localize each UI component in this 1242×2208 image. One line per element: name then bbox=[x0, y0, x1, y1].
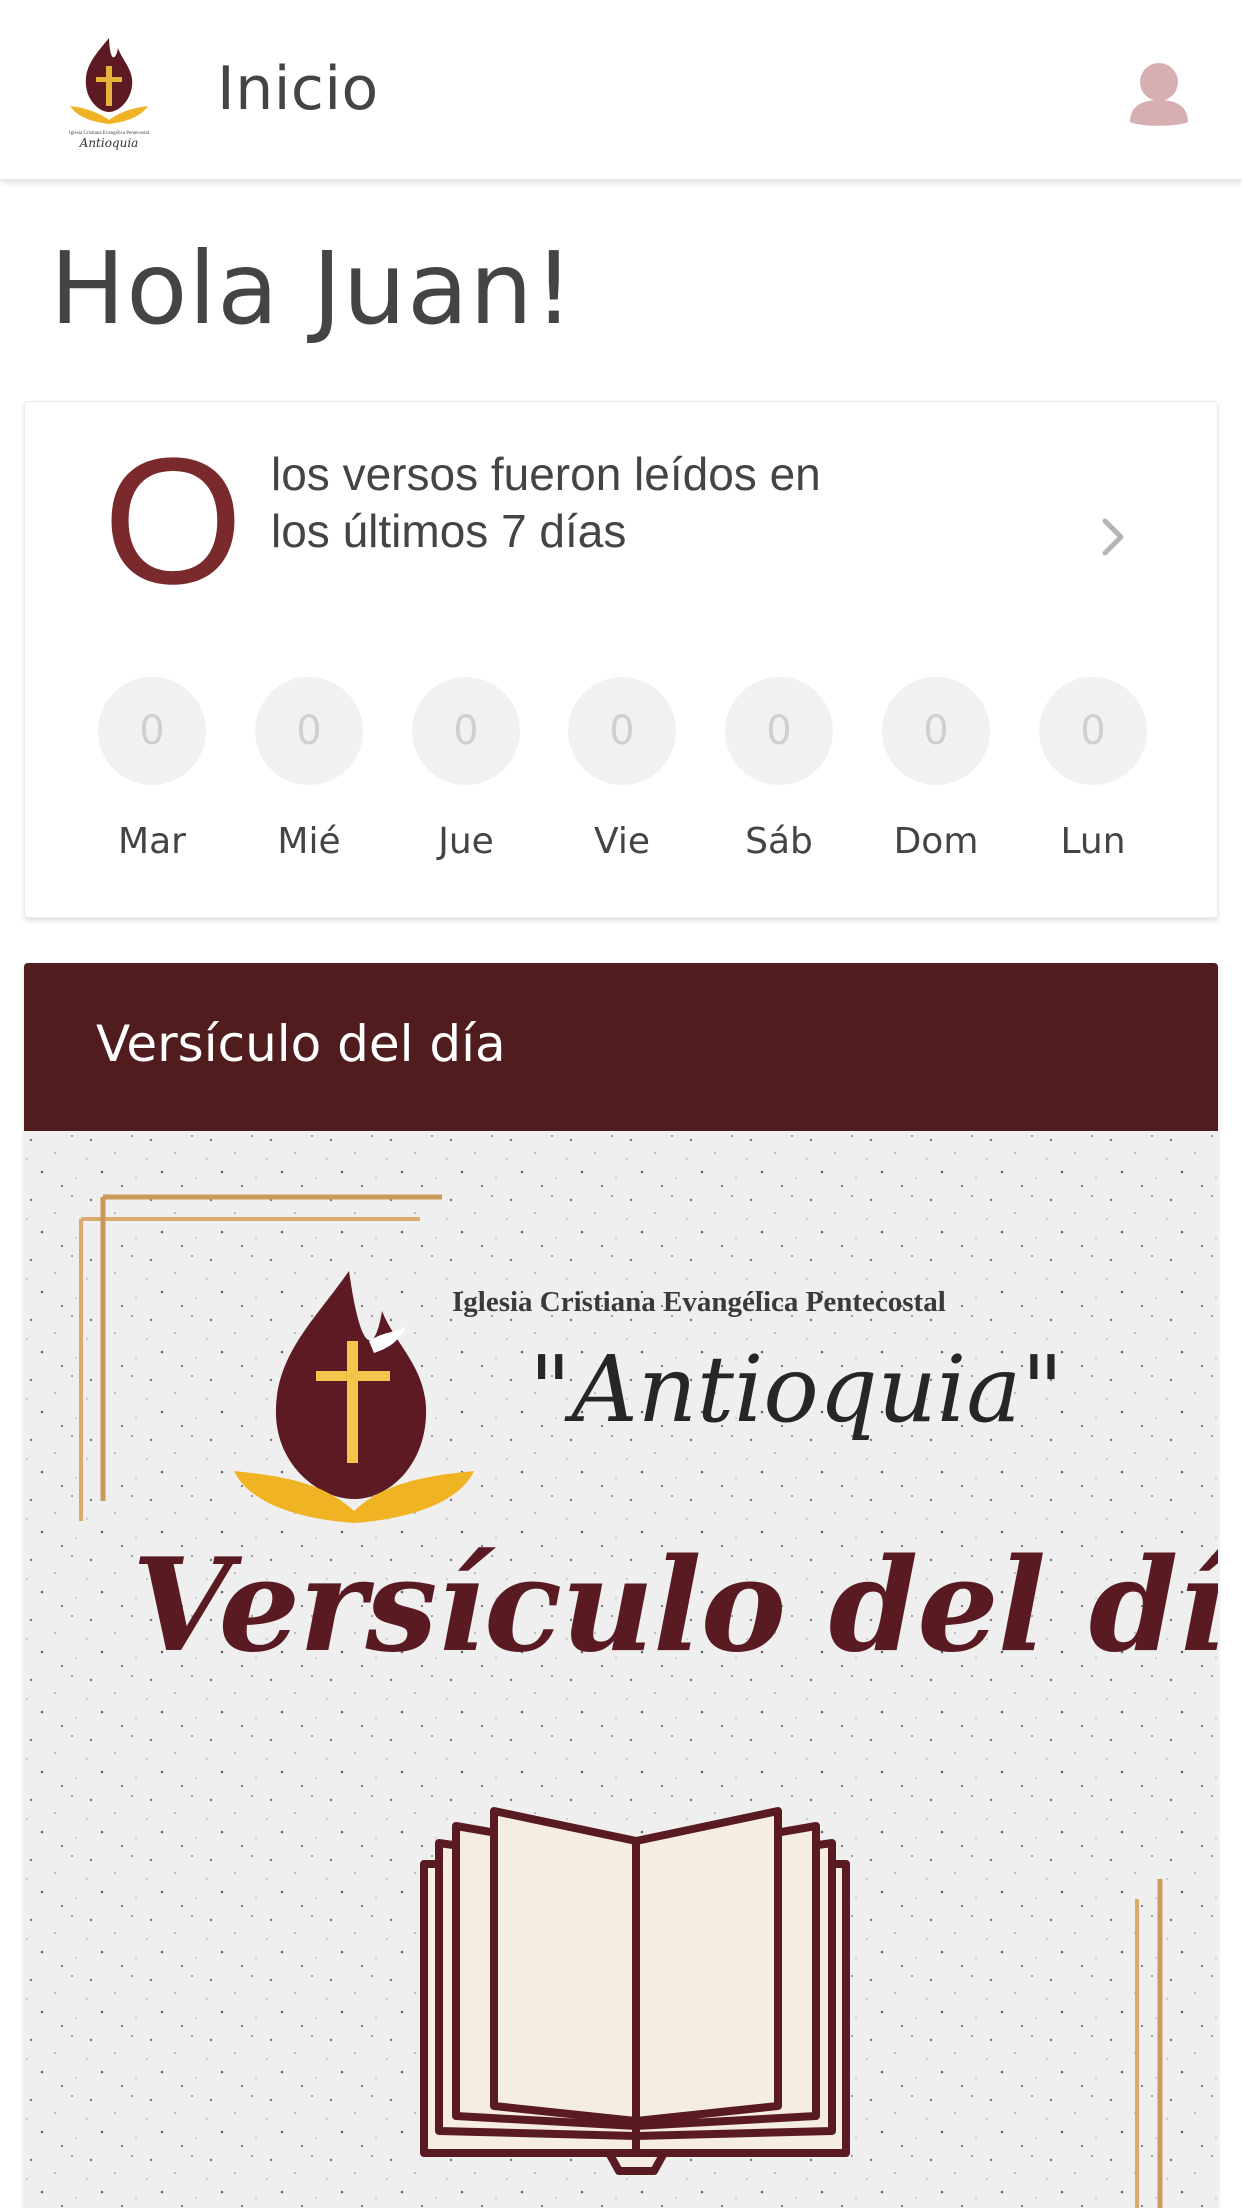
page-title: Inicio bbox=[217, 54, 379, 124]
day-label: Mar bbox=[118, 821, 186, 862]
verses-read-count: O bbox=[103, 421, 244, 622]
weekday-list: 0 Mar 0 Mié 0 Jue 0 Vie 0 Sáb 0 Dom 0 Lu… bbox=[97, 677, 1157, 877]
user-avatar-icon[interactable] bbox=[1128, 62, 1190, 126]
reading-stats-card[interactable]: O los versos fueron leídos en los último… bbox=[24, 401, 1218, 918]
day-count: 0 bbox=[255, 677, 363, 785]
verses-read-description: los versos fueron leídos en los últimos … bbox=[271, 448, 821, 557]
verse-card-header: Versículo del día bbox=[24, 963, 1218, 1131]
church-logo-icon[interactable]: Iglesia Cristiana Evangélica Pentecostal… bbox=[48, 30, 170, 152]
verse-card-title: Versículo del día bbox=[96, 1015, 506, 1073]
day-item-lun: 0 Lun bbox=[1038, 677, 1148, 862]
day-item-vie: 0 Vie bbox=[567, 677, 677, 862]
day-label: Lun bbox=[1060, 821, 1126, 862]
church-name-text: Iglesia Cristiana Evangélica Pentecostal bbox=[452, 1286, 946, 1318]
day-label: Jue bbox=[438, 821, 494, 862]
greeting-heading: Hola Juan! bbox=[50, 230, 575, 347]
day-count: 0 bbox=[1039, 677, 1147, 785]
day-item-mie: 0 Mié bbox=[254, 677, 364, 862]
day-count: 0 bbox=[882, 677, 990, 785]
day-item-sab: 0 Sáb bbox=[724, 677, 834, 862]
day-item-dom: 0 Dom bbox=[881, 677, 991, 862]
verse-image-title: Versículo del día bbox=[132, 1531, 1218, 1681]
svg-text:Antioquia: Antioquia bbox=[79, 136, 139, 150]
verse-of-the-day-card[interactable]: Versículo del día Iglesia Cristiana Evan… bbox=[24, 963, 1218, 2208]
day-label: Dom bbox=[893, 821, 979, 862]
day-count: 0 bbox=[725, 677, 833, 785]
chevron-right-icon[interactable] bbox=[1093, 507, 1133, 567]
day-label: Vie bbox=[594, 821, 650, 862]
verse-image[interactable]: Iglesia Cristiana Evangélica Pentecostal… bbox=[24, 1131, 1218, 2208]
day-label: Mié bbox=[277, 821, 341, 862]
day-count: 0 bbox=[98, 677, 206, 785]
day-label: Sáb bbox=[745, 821, 813, 862]
day-item-jue: 0 Jue bbox=[411, 677, 521, 862]
day-count: 0 bbox=[412, 677, 520, 785]
app-header: Iglesia Cristiana Evangélica Pentecostal… bbox=[0, 0, 1242, 180]
day-item-mar: 0 Mar bbox=[97, 677, 207, 862]
day-count: 0 bbox=[568, 677, 676, 785]
church-script-name: "Antioquia" bbox=[529, 1336, 1064, 1443]
